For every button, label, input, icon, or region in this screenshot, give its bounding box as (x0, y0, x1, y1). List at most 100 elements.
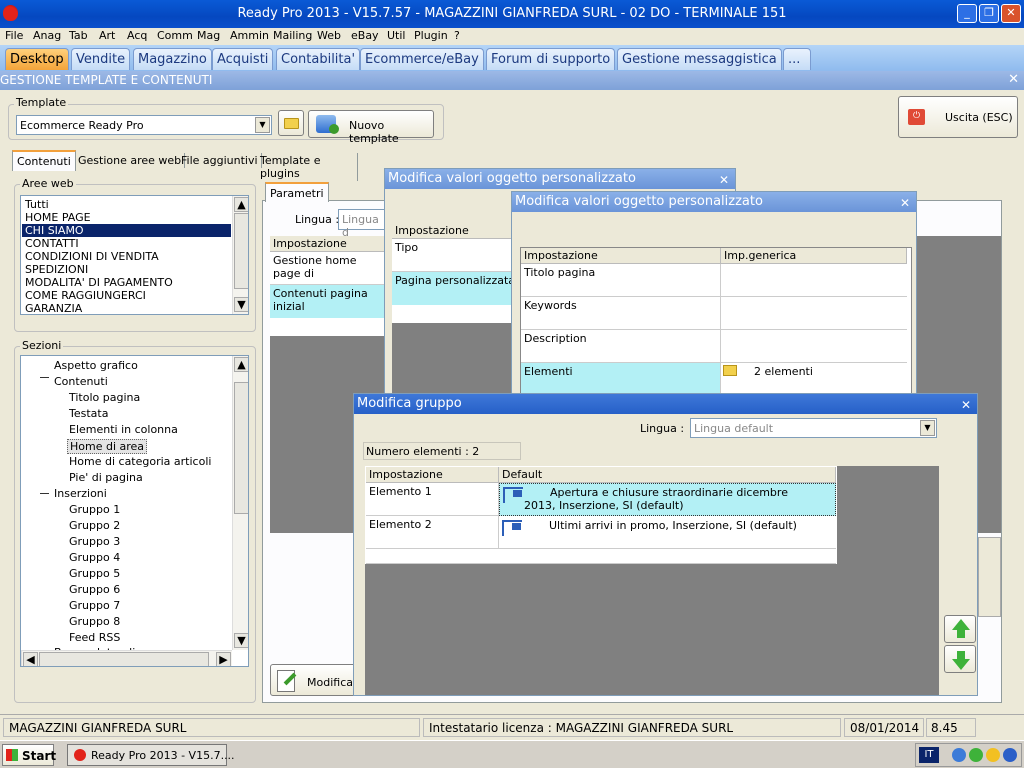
menu-mag[interactable]: Mag (197, 29, 220, 42)
menu-file[interactable]: File (5, 29, 23, 42)
dialog2-row-description[interactable]: Description (521, 330, 721, 363)
list-item[interactable]: MODALITA' DI PAGAMENTO (25, 276, 173, 289)
tree-item[interactable]: Elementi in colonna (69, 423, 178, 436)
restore-button[interactable]: ❐ (979, 4, 999, 23)
collapse-icon[interactable] (40, 493, 49, 494)
subtab-file-aggiuntivi[interactable]: File aggiuntivi (178, 153, 262, 168)
info-icon[interactable] (986, 748, 1000, 762)
tab-acquisti[interactable]: Acquisti (212, 48, 274, 70)
list-item[interactable]: COME RAGGIUNGERCI (25, 289, 146, 302)
update-icon[interactable] (1003, 748, 1017, 762)
dialog2-value-titolo[interactable] (721, 264, 907, 297)
dialog1-close-icon[interactable]: ✕ (719, 171, 729, 190)
section-close-icon[interactable]: ✕ (1008, 72, 1019, 87)
dialog2-value-elementi[interactable]: 2 elementi (721, 363, 907, 396)
open-folder-button[interactable] (278, 110, 304, 136)
dialog1-row-1[interactable]: Tipo (392, 239, 520, 272)
list-item[interactable]: CONDIZIONI DI VENDITA (25, 250, 159, 263)
tab-contabilita[interactable]: Contabilita' (276, 48, 361, 70)
tree-item[interactable]: Titolo pagina (69, 391, 140, 404)
move-down-button[interactable] (944, 645, 976, 673)
scroll-left-icon[interactable]: ◀ (23, 652, 38, 666)
subtab-aree-web[interactable]: Gestione aree web (75, 153, 186, 168)
language-indicator[interactable]: IT (919, 747, 939, 763)
menu-mailing[interactable]: Mailing (273, 29, 312, 42)
params-row-2[interactable]: Contenuti pagina inizial (270, 285, 388, 318)
dialog2-row-keywords[interactable]: Keywords (521, 297, 721, 330)
tree-item[interactable]: Testata (69, 407, 108, 420)
dialog2-value-description[interactable] (721, 330, 907, 363)
sezioni-vscrollbar[interactable]: ▲ ▼ (232, 356, 248, 650)
scroll-thumb[interactable] (234, 382, 248, 514)
new-template-button[interactable]: Nuovo template (308, 110, 434, 145)
tab-parametri[interactable]: Parametri (265, 182, 329, 202)
scroll-down-icon[interactable]: ▼ (234, 297, 248, 312)
tree-item[interactable]: Gruppo 7 (69, 599, 120, 612)
modify-button[interactable]: Modifica (270, 664, 360, 696)
scroll-thumb[interactable] (39, 652, 209, 666)
menu-tab[interactable]: Tab (69, 29, 88, 42)
menu-util[interactable]: Util (387, 29, 405, 42)
list-item-selected[interactable]: CHI SIAMO (22, 224, 231, 237)
tree-item[interactable]: Gruppo 1 (69, 503, 120, 516)
tree-item[interactable]: Aspetto grafico (54, 359, 138, 372)
scroll-up-icon[interactable]: ▲ (234, 357, 248, 372)
tab-desktop[interactable]: Desktop (5, 48, 69, 70)
list-item[interactable]: HOME PAGE (25, 211, 91, 224)
scroll-thumb[interactable] (234, 213, 248, 289)
menu-acq[interactable]: Acq (127, 29, 147, 42)
subtab-contenuti[interactable]: Contenuti (12, 150, 76, 171)
tab-magazzino[interactable]: Magazzino (133, 48, 212, 70)
menu-plugin[interactable]: Plugin (414, 29, 448, 42)
menu-ammin[interactable]: Ammin (230, 29, 269, 42)
dialog3-close-icon[interactable]: ✕ (961, 396, 971, 415)
scroll-down-icon[interactable]: ▼ (234, 633, 248, 648)
dialog2-row-elementi[interactable]: Elementi (521, 363, 721, 396)
tab-vendite[interactable]: Vendite (71, 48, 131, 70)
tree-item[interactable]: Gruppo 8 (69, 615, 120, 628)
menu-help[interactable]: ? (454, 29, 460, 42)
dialog3-row-1[interactable]: Elemento 1 (366, 483, 499, 516)
tree-item[interactable]: Gruppo 5 (69, 567, 120, 580)
aree-web-scrollbar[interactable]: ▲ ▼ (232, 196, 248, 314)
chevron-down-icon[interactable]: ▼ (255, 117, 270, 133)
exit-button[interactable]: ⏻ Uscita (ESC) (898, 96, 1018, 138)
dialog3-value-1[interactable]: Apertura e chiusure straordinarie dicemb… (499, 483, 836, 516)
menu-ebay[interactable]: eBay (351, 29, 379, 42)
tree-item[interactable]: Home di categoria articoli (69, 455, 211, 468)
minimize-button[interactable]: _ (957, 4, 977, 23)
dialog3-value-2[interactable]: Ultimi arrivi in promo, Inserzione, SI (… (499, 516, 836, 549)
scroll-up-icon[interactable]: ▲ (234, 197, 248, 212)
dialog2-value-keywords[interactable] (721, 297, 907, 330)
dialog3-lingua-select[interactable]: Lingua default ▼ (690, 418, 937, 438)
chevron-down-icon[interactable]: ▼ (920, 420, 935, 436)
close-button[interactable]: ✕ (1001, 4, 1021, 23)
tree-item-selected[interactable]: Home di area (67, 439, 148, 454)
template-select[interactable]: Ecommerce Ready Pro ▼ (16, 115, 272, 135)
sezioni-tree[interactable]: Aspetto grafico Contenuti Titolo pagina … (20, 355, 249, 667)
dialog3-row-2[interactable]: Elemento 2 (366, 516, 499, 549)
dialog2-close-icon[interactable]: ✕ (900, 194, 910, 213)
dialog2-row-titolo[interactable]: Titolo pagina (521, 264, 721, 297)
menu-anag[interactable]: Anag (33, 29, 61, 42)
tree-item[interactable]: Gruppo 3 (69, 535, 120, 548)
tab-forum[interactable]: Forum di supporto (486, 48, 616, 70)
sezioni-hscrollbar[interactable]: ◀ ▶ (21, 650, 232, 666)
tree-item[interactable]: Gruppo 2 (69, 519, 120, 532)
tree-item[interactable]: Pie' di pagina (69, 471, 143, 484)
list-item[interactable]: CONTATTI (25, 237, 79, 250)
lingua-select[interactable]: Lingua d (338, 209, 388, 239)
tab-more[interactable]: ... (783, 48, 811, 70)
subtab-template-plugins[interactable]: Template e plugins (257, 153, 358, 181)
start-button[interactable]: Start (2, 744, 56, 766)
list-item[interactable]: GARANZIA (25, 302, 82, 314)
menu-web[interactable]: Web (317, 29, 341, 42)
collapse-icon[interactable] (40, 377, 49, 378)
taskbar-task[interactable]: Ready Pro 2013 - V15.7.... (67, 744, 235, 766)
tree-item[interactable]: Gruppo 4 (69, 551, 120, 564)
tree-item[interactable]: Contenuti (54, 375, 108, 388)
list-item[interactable]: SPEDIZIONI (25, 263, 88, 276)
tab-ecommerce[interactable]: Ecommerce/eBay (360, 48, 484, 70)
scroll-right-icon[interactable]: ▶ (216, 652, 231, 666)
aree-web-list[interactable]: Tutti HOME PAGE CHI SIAMO CONTATTI CONDI… (20, 195, 249, 315)
